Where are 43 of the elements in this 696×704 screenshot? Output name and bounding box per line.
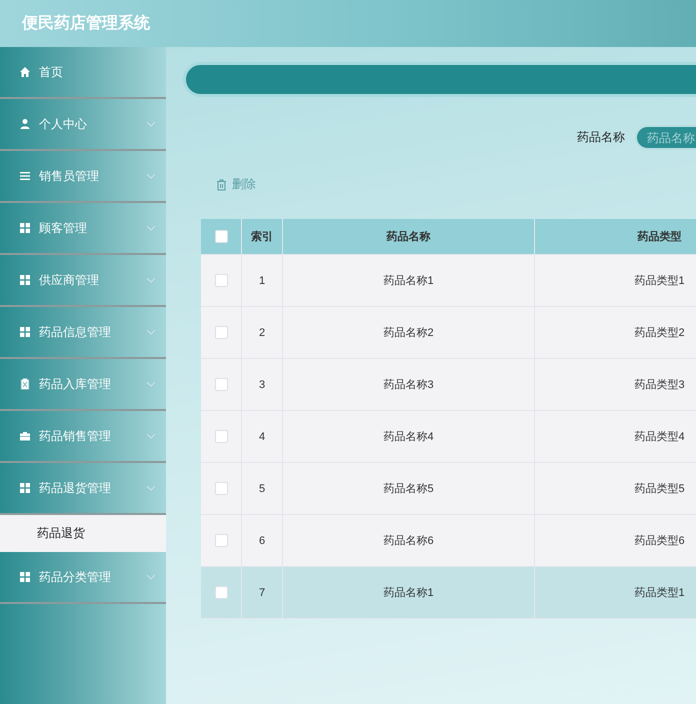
table-cell: 药品类型1 (535, 567, 696, 619)
row-checkbox[interactable] (214, 482, 228, 495)
select-all-checkbox[interactable] (214, 230, 228, 243)
trash-icon (216, 178, 227, 190)
chevron-icon (146, 433, 156, 439)
grid-icon (19, 326, 31, 338)
table-row[interactable]: 7 药品名称1 药品类型1 (201, 567, 696, 619)
row-checkbox[interactable] (214, 430, 228, 443)
chevron-icon (146, 277, 156, 283)
grid-icon (19, 571, 31, 583)
briefcase-icon (19, 430, 31, 442)
table-row[interactable]: 6 药品名称6 药品类型6 (201, 515, 696, 567)
submenu-item[interactable]: 药品退货 (0, 515, 166, 552)
chevron-icon (146, 329, 156, 335)
chevron-icon (146, 381, 156, 387)
row-checkbox[interactable] (214, 534, 228, 547)
row-checkbox[interactable] (214, 586, 228, 599)
home-icon (19, 66, 31, 78)
grid-icon (19, 482, 31, 494)
grid-icon (19, 274, 31, 286)
chevron-icon (146, 121, 156, 127)
row-checkbox[interactable] (214, 274, 228, 287)
table-row[interactable]: 5 药品名称5 药品类型5 (201, 463, 696, 515)
search-label: 药品名称 (577, 129, 625, 146)
user-icon (19, 118, 31, 130)
search-field[interactable]: 药品名称 (635, 125, 696, 150)
row-checkbox[interactable] (214, 326, 228, 339)
app-title: 便民药店管理系统 (22, 13, 150, 34)
row-checkbox[interactable] (214, 378, 228, 391)
table-row[interactable]: 1 药品名称1 药品类型1 (201, 255, 696, 307)
chevron-icon (146, 225, 156, 231)
table-row[interactable]: 2 药品名称2 药品类型2 (201, 307, 696, 359)
table-row[interactable]: 3 药品名称3 药品类型3 (201, 359, 696, 411)
clipboard-icon (19, 378, 31, 390)
chevron-icon (146, 574, 156, 580)
chevron-icon (146, 485, 156, 491)
grid-icon (19, 222, 31, 234)
table-cell: 7 (242, 567, 283, 619)
chevron-icon (146, 173, 156, 179)
list-icon (19, 170, 31, 182)
delete-button[interactable]: 删除 (216, 176, 256, 193)
table-cell: 药品名称1 (283, 567, 535, 619)
table-row[interactable]: 4 药品名称4 药品类型4 (201, 411, 696, 463)
